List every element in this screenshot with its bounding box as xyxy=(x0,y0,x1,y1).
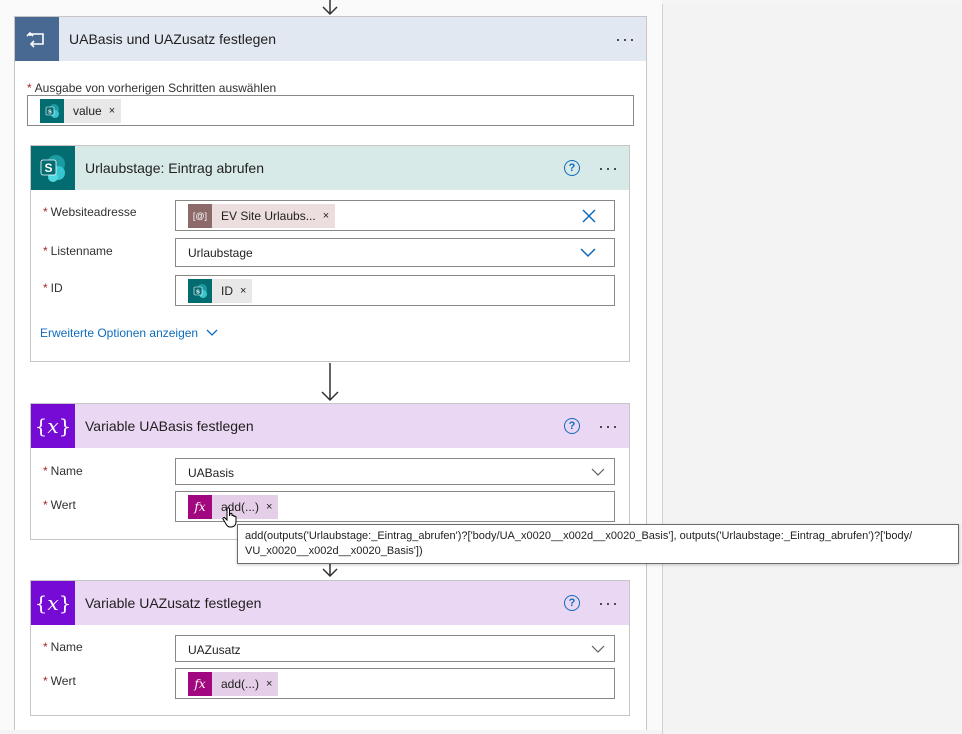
set-uazusatz-header[interactable]: {x} Variable UAZusatz festlegen ? ··· xyxy=(31,581,629,625)
required-marker: * xyxy=(43,244,48,258)
name-label-text: Name xyxy=(50,464,83,478)
set-uabasis-card: {x} Variable UABasis festlegen ? ··· * Na… xyxy=(30,403,630,540)
advanced-options-link[interactable]: Erweiterte Optionen anzeigen xyxy=(40,326,218,340)
sharepoint-icon: S xyxy=(31,146,75,190)
loop-icon xyxy=(15,17,59,61)
name-dropdown[interactable]: UABasis xyxy=(175,458,615,485)
value-label-text: Wert xyxy=(50,498,76,512)
set-uabasis-title: Variable UABasis festlegen xyxy=(85,418,254,434)
variable-icon: {x} xyxy=(31,581,75,625)
id-token-label: ID xyxy=(221,284,233,298)
clear-icon[interactable] xyxy=(582,209,596,223)
required-marker: * xyxy=(43,464,48,478)
get-item-card: S Urlaubstage: Eintrag abrufen ? ··· * We… xyxy=(30,145,630,362)
site-token[interactable]: [@] EV Site Urlaubs... × xyxy=(188,204,336,228)
help-icon[interactable]: ? xyxy=(564,418,581,434)
site-label-text: Websiteadresse xyxy=(50,205,137,219)
value-label: * Wert xyxy=(43,674,76,688)
chevron-down-icon[interactable] xyxy=(591,468,605,476)
connector-arrow xyxy=(321,363,339,402)
site-label: * Websiteadresse xyxy=(43,205,137,219)
expression-token-label: add(...) xyxy=(221,677,260,691)
help-icon[interactable]: ? xyxy=(564,160,581,176)
name-label: * Name xyxy=(43,464,83,478)
site-token-label: EV Site Urlaubs... xyxy=(221,209,316,223)
required-marker: * xyxy=(43,281,48,295)
side-panel xyxy=(662,4,962,734)
get-item-more-button[interactable]: ··· xyxy=(598,159,619,177)
function-icon: fx xyxy=(188,672,212,696)
value-label: * Wert xyxy=(43,498,76,512)
chevron-down-icon xyxy=(206,329,218,336)
parameter-icon: [@] xyxy=(188,204,212,228)
name-label: * Name xyxy=(43,640,83,654)
side-panel-body xyxy=(663,4,962,730)
id-input[interactable]: s ID × xyxy=(175,275,615,306)
output-input[interactable]: s value × xyxy=(27,95,634,126)
set-uabasis-header[interactable]: {x} Variable UABasis festlegen ? ··· xyxy=(31,404,629,448)
list-label-text: Listenname xyxy=(50,244,113,258)
expression-token[interactable]: fx add(...) × xyxy=(188,672,279,696)
get-item-title: Urlaubstage: Eintrag abrufen xyxy=(85,160,264,176)
required-marker: * xyxy=(43,674,48,688)
required-marker: * xyxy=(43,205,48,219)
set-uazusatz-more-button[interactable]: ··· xyxy=(598,594,619,612)
list-value: Urlaubstage xyxy=(188,246,253,260)
function-icon: fx xyxy=(188,495,212,519)
value-input[interactable]: fx add(...) × xyxy=(175,491,615,522)
name-value: UABasis xyxy=(188,466,235,480)
set-uazusatz-title: Variable UAZusatz festlegen xyxy=(85,595,262,611)
name-value: UAZusatz xyxy=(188,643,241,657)
output-label: * Ausgabe von vorherigen Schritten auswäh… xyxy=(27,81,276,95)
svg-text:s: s xyxy=(196,289,200,296)
chevron-down-icon[interactable] xyxy=(591,645,605,653)
name-label-text: Name xyxy=(50,640,83,654)
required-marker: * xyxy=(43,640,48,654)
svg-text:S: S xyxy=(44,161,52,175)
required-marker: * xyxy=(27,81,32,95)
variable-icon: {x} xyxy=(31,404,75,448)
help-icon[interactable]: ? xyxy=(564,595,581,611)
required-marker: * xyxy=(43,498,48,512)
svg-text:s: s xyxy=(48,109,52,116)
name-dropdown[interactable]: UAZusatz xyxy=(175,635,615,662)
value-token[interactable]: s value × xyxy=(40,99,122,123)
value-input[interactable]: fx add(...) × xyxy=(175,668,615,699)
value-label-text: Wert xyxy=(50,674,76,688)
sharepoint-icon: s xyxy=(188,279,212,303)
remove-token-icon[interactable]: × xyxy=(109,105,115,117)
sharepoint-icon: s xyxy=(40,99,64,123)
set-uazusatz-card: {x} Variable UAZusatz festlegen ? ··· * N… xyxy=(30,580,630,716)
site-input[interactable]: [@] EV Site Urlaubs... × xyxy=(175,200,615,231)
remove-token-icon[interactable]: × xyxy=(323,210,329,222)
expression-tooltip: add(outputs('Urlaubstage:_Eintrag_abrufe… xyxy=(237,524,959,564)
advanced-options-text: Erweiterte Optionen anzeigen xyxy=(40,326,199,340)
remove-token-icon[interactable]: × xyxy=(240,285,246,297)
remove-token-icon[interactable]: × xyxy=(266,678,272,690)
value-token-label: value xyxy=(73,104,102,118)
remove-token-icon[interactable]: × xyxy=(266,501,272,513)
id-label-text: ID xyxy=(50,281,63,295)
list-label: * Listenname xyxy=(43,244,113,258)
id-token[interactable]: s ID × xyxy=(188,279,253,303)
set-uabasis-more-button[interactable]: ··· xyxy=(598,417,619,435)
chevron-down-icon[interactable] xyxy=(580,248,596,258)
apply-to-each-more-button[interactable]: ··· xyxy=(615,30,636,48)
list-dropdown[interactable]: Urlaubstage xyxy=(175,238,615,267)
apply-to-each-header[interactable]: UABasis und UAZusatz festlegen ··· xyxy=(15,17,646,61)
id-label: * ID xyxy=(43,281,63,295)
output-label-text: Ausgabe von vorherigen Schritten auswähl… xyxy=(34,81,277,95)
get-item-header[interactable]: S Urlaubstage: Eintrag abrufen ? ··· xyxy=(31,146,629,190)
apply-to-each-title: UABasis und UAZusatz festlegen xyxy=(69,31,276,47)
